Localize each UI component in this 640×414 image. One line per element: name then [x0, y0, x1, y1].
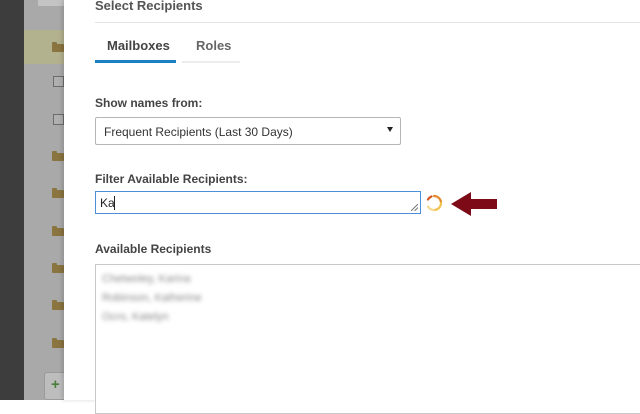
background-top-control: [38, 0, 64, 6]
collapse-icon: [53, 114, 64, 125]
caret-down-icon: [387, 127, 393, 132]
plus-icon: +: [51, 376, 60, 393]
text-cursor: [114, 196, 115, 210]
show-names-select[interactable]: Frequent Recipients (Last 30 Days): [95, 117, 401, 145]
inactive-tab-indicator: [182, 61, 240, 63]
tab-roles[interactable]: Roles: [196, 38, 231, 53]
background-dark-panel: [0, 0, 24, 400]
resize-grip-icon[interactable]: [411, 204, 418, 211]
list-item[interactable]: Chetwoley, Karina: [102, 273, 190, 285]
tab-mailboxes[interactable]: Mailboxes: [107, 38, 170, 53]
folder-icon: [52, 188, 64, 198]
checkbox-icon: [53, 76, 64, 87]
title-divider: [95, 22, 640, 23]
filter-recipients-input[interactable]: Ka: [95, 191, 421, 214]
list-item[interactable]: Robinson, Katherine: [102, 292, 202, 304]
show-names-selected-value: Frequent Recipients (Last 30 Days): [104, 125, 293, 139]
folder-icon: [52, 42, 64, 52]
select-recipients-dialog: Select Recipients Mailboxes Roles Show n…: [64, 0, 640, 414]
show-names-label: Show names from:: [95, 96, 203, 110]
folder-icon: [52, 263, 64, 273]
folder-icon: [52, 338, 64, 348]
loading-spinner-icon: [426, 194, 443, 212]
left-arrow-icon: [451, 192, 497, 216]
available-recipients-list[interactable]: Chetwoley, Karina Robinson, Katherine Oc…: [95, 264, 640, 414]
folder-icon: [52, 151, 64, 161]
list-item[interactable]: Ocro, Katelyn: [102, 311, 169, 323]
active-tab-indicator: [95, 60, 176, 63]
available-recipients-label: Available Recipients: [95, 242, 212, 256]
dialog-title: Select Recipients: [95, 0, 203, 13]
folder-icon: [52, 226, 64, 236]
folder-icon: [52, 300, 64, 310]
filter-input-value: Ka: [100, 196, 115, 210]
filter-label: Filter Available Recipients:: [95, 172, 248, 186]
